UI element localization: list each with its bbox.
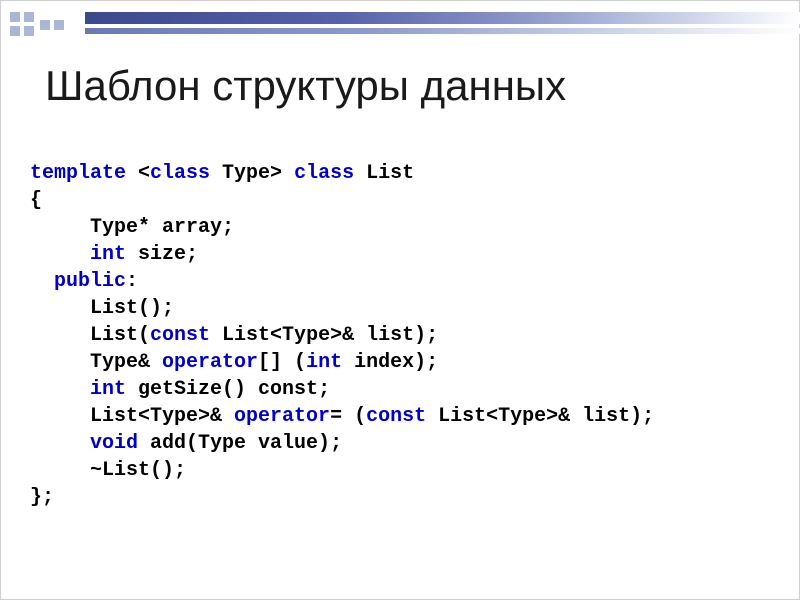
kw-class: class [294,162,354,185]
kw-template: template [30,162,126,185]
kw-const: const [150,324,210,347]
code-block: template <class Type> class List { Type*… [30,160,654,511]
kw-int: int [306,351,342,374]
decor-square [54,20,64,30]
code-text: List<Type>& [30,405,234,428]
decor-bar-bottom [85,28,800,34]
code-text: < [126,162,150,185]
kw-class: class [150,162,210,185]
decor-square [40,20,50,30]
kw-operator: operator [234,405,330,428]
kw-int: int [90,243,126,266]
decor-square [24,26,34,36]
code-text: index); [342,351,438,374]
code-text: Type& [30,351,162,374]
code-text: List( [30,324,150,347]
code-text: = ( [330,405,366,428]
code-text: ~List(); [30,459,186,482]
code-text: List [354,162,414,185]
code-text: size; [126,243,198,266]
kw-void: void [90,432,138,455]
slide: Шаблон структуры данных template <class … [0,0,800,600]
kw-int: int [90,378,126,401]
decor-square [10,12,20,22]
code-text: { [30,189,42,212]
code-text [30,432,90,455]
code-text: Type> [210,162,294,185]
kw-const: const [366,405,426,428]
code-text: List<Type>& list); [426,405,654,428]
code-text: List(); [30,297,174,320]
code-text [30,378,90,401]
code-text [30,243,90,266]
kw-operator: operator [162,351,258,374]
code-text: getSize() const; [126,378,330,401]
code-text: List<Type>& list); [210,324,438,347]
code-text: }; [30,486,54,509]
code-text: Type* array; [30,216,234,239]
code-text [30,270,54,293]
code-text: : [126,270,138,293]
decor-squares [10,12,70,40]
code-text: add(Type value); [138,432,342,455]
slide-title: Шаблон структуры данных [45,62,566,110]
code-text: [] ( [258,351,306,374]
decor-square [10,26,20,36]
decor-square [24,12,34,22]
kw-public: public [54,270,126,293]
decor-bar-top [85,12,800,24]
